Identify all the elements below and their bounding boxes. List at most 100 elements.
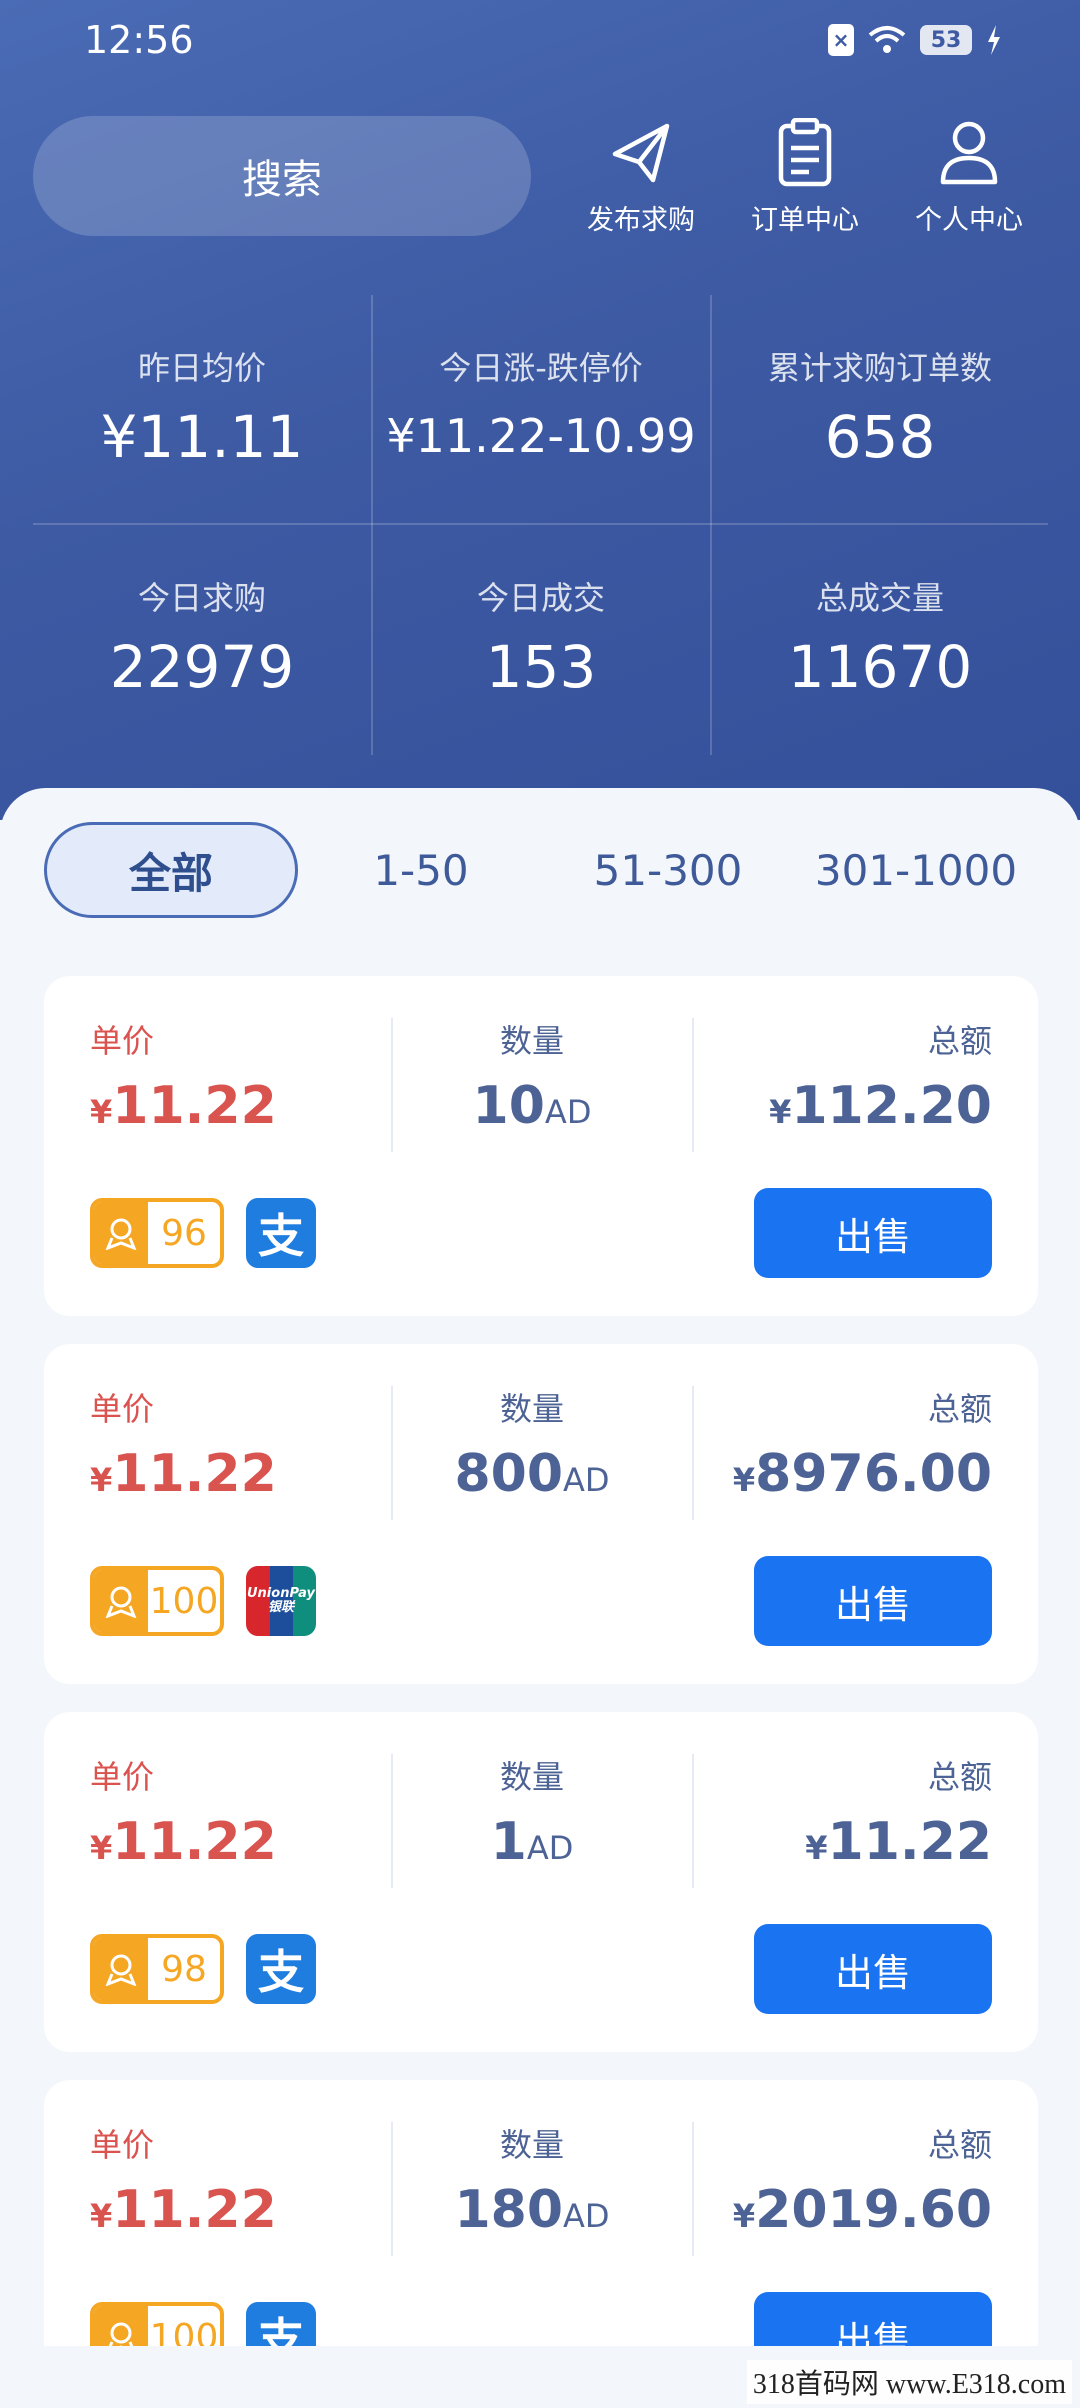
quantity-column: 数量 1AD bbox=[382, 1752, 682, 1872]
quantity-unit: AD bbox=[544, 1093, 592, 1131]
tab-51-300[interactable]: 51-300 bbox=[570, 822, 766, 918]
charging-icon bbox=[988, 25, 1000, 55]
stats-grid: 昨日均价 ¥11.11 今日涨-跌停价 ¥11.22-10.99 累计求购订单数… bbox=[33, 295, 1048, 755]
currency-symbol: ¥ bbox=[90, 1093, 113, 1131]
order-list-panel: 全部 1-50 51-300 301-1000 单价 ¥11.22 数量 10A… bbox=[0, 788, 1080, 2408]
total-column: 总额 ¥11.22 bbox=[805, 1752, 992, 1872]
total-amount: 8976.00 bbox=[755, 1444, 992, 1504]
quantity-column: 数量 10AD bbox=[382, 1016, 682, 1136]
total-label: 总额 bbox=[927, 2126, 992, 2164]
quantity-value: 800AD bbox=[382, 1444, 682, 1504]
quantity-amount: 180 bbox=[454, 2180, 563, 2240]
price-column: 单价 ¥11.22 bbox=[90, 1016, 277, 1136]
tab-1-50[interactable]: 1-50 bbox=[330, 822, 512, 918]
price-value: ¥11.22 bbox=[90, 2180, 277, 2240]
stat-value: 11670 bbox=[787, 633, 973, 701]
quantity-value: 1AD bbox=[382, 1812, 682, 1872]
quantity-filter-tabs: 全部 1-50 51-300 301-1000 bbox=[0, 822, 1080, 922]
order-card: 单价 ¥11.22 数量 10AD 总额 ¥112.20 96 支 出售 bbox=[44, 976, 1038, 1316]
total-amount: 11.22 bbox=[827, 1812, 992, 1872]
total-label: 总额 bbox=[927, 1758, 992, 1796]
total-amount: 2019.60 bbox=[755, 2180, 992, 2240]
tab-all[interactable]: 全部 bbox=[44, 822, 298, 918]
stat-label: 累计求购订单数 bbox=[767, 349, 992, 387]
no-sim-icon: × bbox=[828, 24, 854, 56]
publish-request-label: 发布求购 bbox=[587, 205, 695, 236]
medal-icon bbox=[94, 1938, 148, 2000]
currency-symbol: ¥ bbox=[90, 1461, 113, 1499]
currency-symbol: ¥ bbox=[732, 2197, 756, 2235]
stat-yesterday-avg-price: 昨日均价 ¥11.11 bbox=[33, 295, 371, 525]
price-label: 单价 bbox=[90, 1758, 155, 1796]
stat-total-orders: 累计求购订单数 658 bbox=[711, 295, 1049, 525]
stat-label: 昨日均价 bbox=[137, 349, 266, 387]
quantity-value: 180AD bbox=[382, 2180, 682, 2240]
quantity-label: 数量 bbox=[499, 2126, 564, 2164]
total-column: 总额 ¥112.20 bbox=[769, 1016, 992, 1136]
total-amount: 112.20 bbox=[791, 1076, 992, 1136]
quantity-column: 数量 180AD bbox=[382, 2120, 682, 2240]
total-value: ¥112.20 bbox=[769, 1076, 992, 1136]
order-center-label: 订单中心 bbox=[751, 205, 859, 236]
order-center-button[interactable]: 订单中心 bbox=[735, 118, 875, 248]
sell-button[interactable]: 出售 bbox=[754, 1924, 992, 2014]
stat-label: 总成交量 bbox=[815, 579, 944, 617]
search-label: 搜索 bbox=[242, 157, 322, 203]
alipay-icon: 支 bbox=[246, 1198, 316, 1268]
credit-score: 100 bbox=[149, 1580, 219, 1622]
currency-symbol: ¥ bbox=[769, 1093, 792, 1131]
currency-symbol: ¥ bbox=[732, 1461, 756, 1499]
wifi-icon bbox=[868, 26, 906, 53]
column-divider bbox=[692, 1386, 694, 1520]
credit-score-badge: 100 bbox=[90, 1566, 224, 1636]
user-icon bbox=[940, 121, 998, 185]
total-value: ¥2019.60 bbox=[733, 2180, 992, 2240]
search-bar[interactable]: 搜索 bbox=[33, 116, 531, 236]
quantity-amount: 1 bbox=[490, 1812, 527, 1872]
stat-label: 今日涨-跌停价 bbox=[439, 349, 643, 387]
alipay-icon: 支 bbox=[246, 1934, 316, 2004]
sell-button[interactable]: 出售 bbox=[754, 1556, 992, 1646]
order-card: 单价 ¥11.22 数量 800AD 总额 ¥8976.00 100 Union… bbox=[44, 1344, 1038, 1684]
clipboard-icon bbox=[778, 118, 832, 187]
credit-score-badge: 96 bbox=[90, 1198, 224, 1268]
battery-icon: 53 bbox=[920, 25, 972, 55]
quantity-label: 数量 bbox=[499, 1758, 564, 1796]
quantity-column: 数量 800AD bbox=[382, 1384, 682, 1504]
quantity-label: 数量 bbox=[499, 1390, 564, 1428]
paper-plane-icon bbox=[612, 123, 670, 183]
personal-center-button[interactable]: 个人中心 bbox=[899, 118, 1039, 248]
stat-today-requests: 今日求购 22979 bbox=[33, 525, 371, 755]
site-watermark: 318首码网 www.E318.com bbox=[746, 2360, 1072, 2404]
quantity-label: 数量 bbox=[499, 1022, 564, 1060]
price-amount: 11.22 bbox=[112, 1444, 277, 1504]
unionpay-icon: UnionPay 银联 bbox=[246, 1566, 316, 1636]
currency-symbol: ¥ bbox=[90, 2197, 113, 2235]
stat-value: ¥11.22-10.99 bbox=[386, 409, 696, 463]
publish-request-button[interactable]: 发布求购 bbox=[571, 118, 711, 248]
status-icons: × 53 bbox=[828, 24, 1002, 56]
order-card: 单价 ¥11.22 数量 1AD 总额 ¥11.22 98 支 出售 bbox=[44, 1712, 1038, 2052]
stat-limit-price: 今日涨-跌停价 ¥11.22-10.99 bbox=[372, 295, 710, 525]
stat-total-volume: 总成交量 11670 bbox=[711, 525, 1049, 755]
price-amount: 11.22 bbox=[112, 2180, 277, 2240]
tab-301-1000[interactable]: 301-1000 bbox=[800, 822, 1032, 918]
stat-value: ¥11.11 bbox=[100, 403, 304, 471]
currency-symbol: ¥ bbox=[90, 1829, 113, 1867]
credit-score: 96 bbox=[161, 1212, 207, 1254]
price-label: 单价 bbox=[90, 1390, 155, 1428]
sell-button[interactable]: 出售 bbox=[754, 1188, 992, 1278]
price-label: 单价 bbox=[90, 1022, 155, 1060]
stat-label: 今日成交 bbox=[476, 579, 605, 617]
column-divider bbox=[692, 1754, 694, 1888]
medal-icon bbox=[94, 1570, 148, 1632]
price-value: ¥11.22 bbox=[90, 1076, 277, 1136]
total-label: 总额 bbox=[927, 1390, 992, 1428]
total-column: 总额 ¥8976.00 bbox=[733, 1384, 992, 1504]
price-value: ¥11.22 bbox=[90, 1444, 277, 1504]
status-bar: 12:56 × 53 bbox=[0, 0, 1080, 84]
price-amount: 11.22 bbox=[112, 1812, 277, 1872]
quantity-amount: 10 bbox=[472, 1076, 545, 1136]
total-column: 总额 ¥2019.60 bbox=[733, 2120, 992, 2240]
quantity-unit: AD bbox=[563, 2197, 610, 2235]
